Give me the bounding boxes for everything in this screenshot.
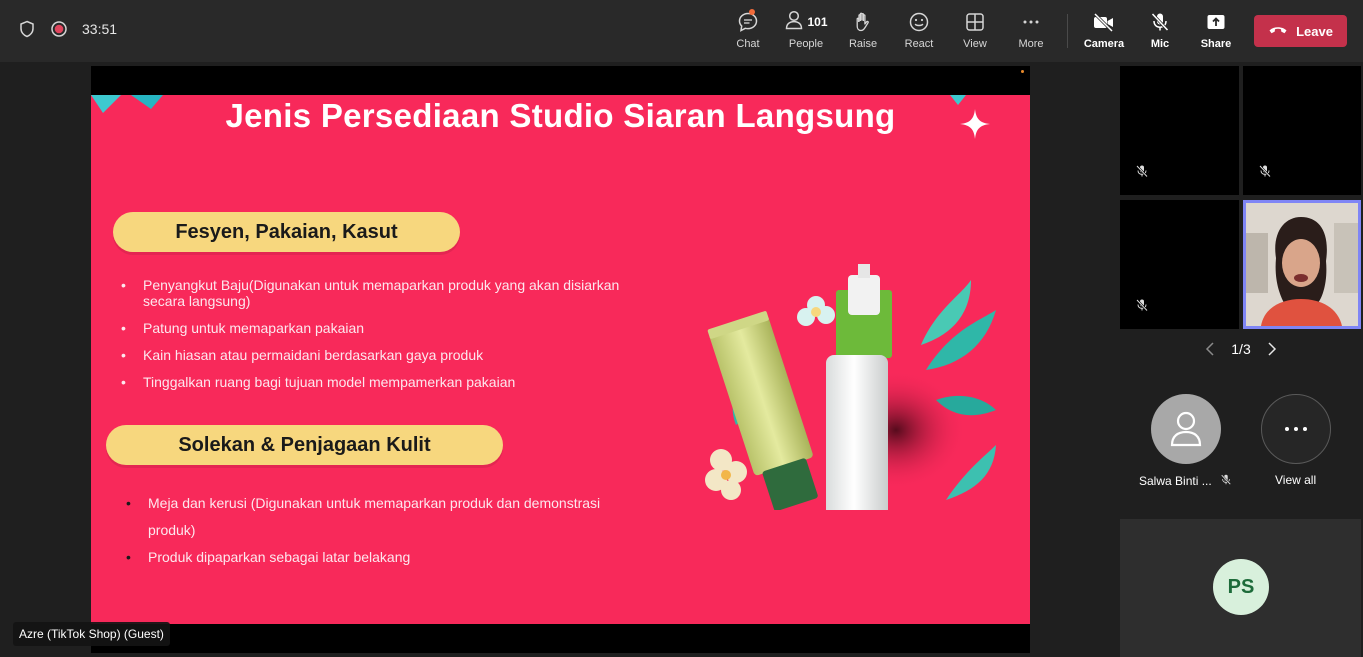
more-label: More	[1018, 38, 1044, 50]
participant-avatar[interactable]	[1151, 394, 1221, 464]
mic-off-icon	[1258, 164, 1272, 183]
initials-avatar: PS	[1213, 559, 1269, 615]
mic-off-icon	[1135, 298, 1149, 317]
participant-pager: 1/3	[1205, 339, 1277, 359]
slide-title: Jenis Persediaan Studio Siaran Langsung	[225, 97, 896, 134]
notification-dot	[749, 9, 755, 15]
participant-video-tile[interactable]	[1120, 66, 1239, 195]
view-label: View	[963, 38, 987, 50]
react-button[interactable]: React	[891, 10, 947, 54]
chat-button[interactable]: Chat	[720, 9, 776, 54]
chevron-left-icon[interactable]	[1205, 342, 1215, 356]
raise-hand-icon	[853, 10, 873, 34]
recording-icon	[50, 20, 68, 38]
person-icon	[1170, 411, 1202, 447]
mic-off-icon	[1220, 473, 1232, 489]
section-heading-text: Solekan & Penjagaan Kulit	[178, 433, 431, 456]
shield-icon[interactable]	[18, 20, 36, 38]
list-item: Meja dan kerusi (Digunakan untuk memapar…	[126, 490, 646, 544]
toolbar-divider	[1067, 14, 1068, 48]
section-heading-fashion: Fesyen, Pakaian, Kasut	[113, 212, 460, 252]
active-speaker-video-tile[interactable]	[1243, 200, 1361, 329]
presenter-name-tag: Azre (TikTok Shop) (Guest)	[13, 622, 170, 646]
meeting-timer: 33:51	[82, 21, 118, 37]
leave-button[interactable]: Leave	[1254, 15, 1347, 47]
people-button[interactable]: 101 People	[777, 10, 835, 54]
page-indicator: 1/3	[1231, 341, 1251, 357]
chat-icon	[737, 10, 759, 34]
meeting-status: 33:51	[18, 20, 117, 38]
people-count: 101	[807, 15, 828, 29]
cosmetic-products-illustration	[705, 264, 996, 510]
chat-label: Chat	[736, 38, 760, 50]
more-dots-icon	[1285, 427, 1307, 431]
meeting-toolbar: 33:51 Chat 101 People Raise React View M…	[0, 0, 1363, 62]
mic-button[interactable]: Mic	[1132, 10, 1188, 54]
camera-button[interactable]: Camera	[1076, 10, 1132, 54]
list-item: Tinggalkan ruang bagi tujuan model mempa…	[121, 374, 661, 390]
layout-grid-icon	[964, 10, 986, 34]
share-button[interactable]: Share	[1188, 10, 1244, 54]
raise-label: Raise	[848, 38, 878, 50]
camera-off-icon	[1092, 10, 1116, 34]
section-heading-text: Fesyen, Pakaian, Kasut	[175, 220, 398, 243]
view-all-button[interactable]	[1261, 394, 1331, 464]
mic-off-icon	[1149, 10, 1171, 34]
list-item: Patung untuk memaparkan pakaian	[121, 320, 661, 336]
makeup-list: Meja dan kerusi (Digunakan untuk memapar…	[126, 490, 646, 571]
sparkle-icon	[960, 109, 990, 139]
view-button[interactable]: View	[947, 10, 1003, 54]
mic-label: Mic	[1150, 38, 1170, 50]
react-label: React	[904, 38, 934, 50]
people-icon	[784, 9, 804, 36]
section-heading-makeup: Solekan & Penjagaan Kulit	[106, 425, 503, 465]
camera-label: Camera	[1083, 38, 1125, 50]
shared-screen: Jenis Persediaan Studio Siaran Langsung …	[91, 66, 1030, 653]
hang-up-icon	[1268, 24, 1288, 39]
participant-name-row: Salwa Binti ...	[1139, 473, 1232, 489]
screen-indicator-dot	[1021, 70, 1024, 73]
smiley-icon	[908, 10, 930, 34]
presentation-slide: Jenis Persediaan Studio Siaran Langsung …	[91, 95, 1030, 624]
leave-label: Leave	[1296, 23, 1333, 39]
participant-card-ps[interactable]: PS	[1120, 519, 1361, 657]
mic-off-icon	[1135, 164, 1149, 183]
chevron-right-icon[interactable]	[1267, 342, 1277, 356]
raise-hand-button[interactable]: Raise	[835, 10, 891, 54]
list-item: Produk dipaparkan sebagai latar belakang	[126, 544, 646, 571]
speaker-video-feed	[1246, 203, 1358, 326]
list-item: Kain hiasan atau permaidani berdasarkan …	[121, 347, 661, 363]
people-label: People	[788, 38, 824, 50]
more-dots-icon	[1020, 10, 1042, 34]
participant-video-tile[interactable]	[1243, 66, 1361, 195]
participant-video-tile[interactable]	[1120, 200, 1239, 329]
list-item: Penyangkut Baju(Digunakan untuk memapark…	[121, 277, 661, 309]
more-button[interactable]: More	[1003, 10, 1059, 54]
fashion-list: Penyangkut Baju(Digunakan untuk memapark…	[121, 277, 661, 401]
participant-name: Salwa Binti ...	[1139, 474, 1212, 488]
share-screen-icon	[1205, 10, 1227, 34]
view-all-label[interactable]: View all	[1275, 473, 1316, 487]
share-label: Share	[1200, 38, 1232, 50]
